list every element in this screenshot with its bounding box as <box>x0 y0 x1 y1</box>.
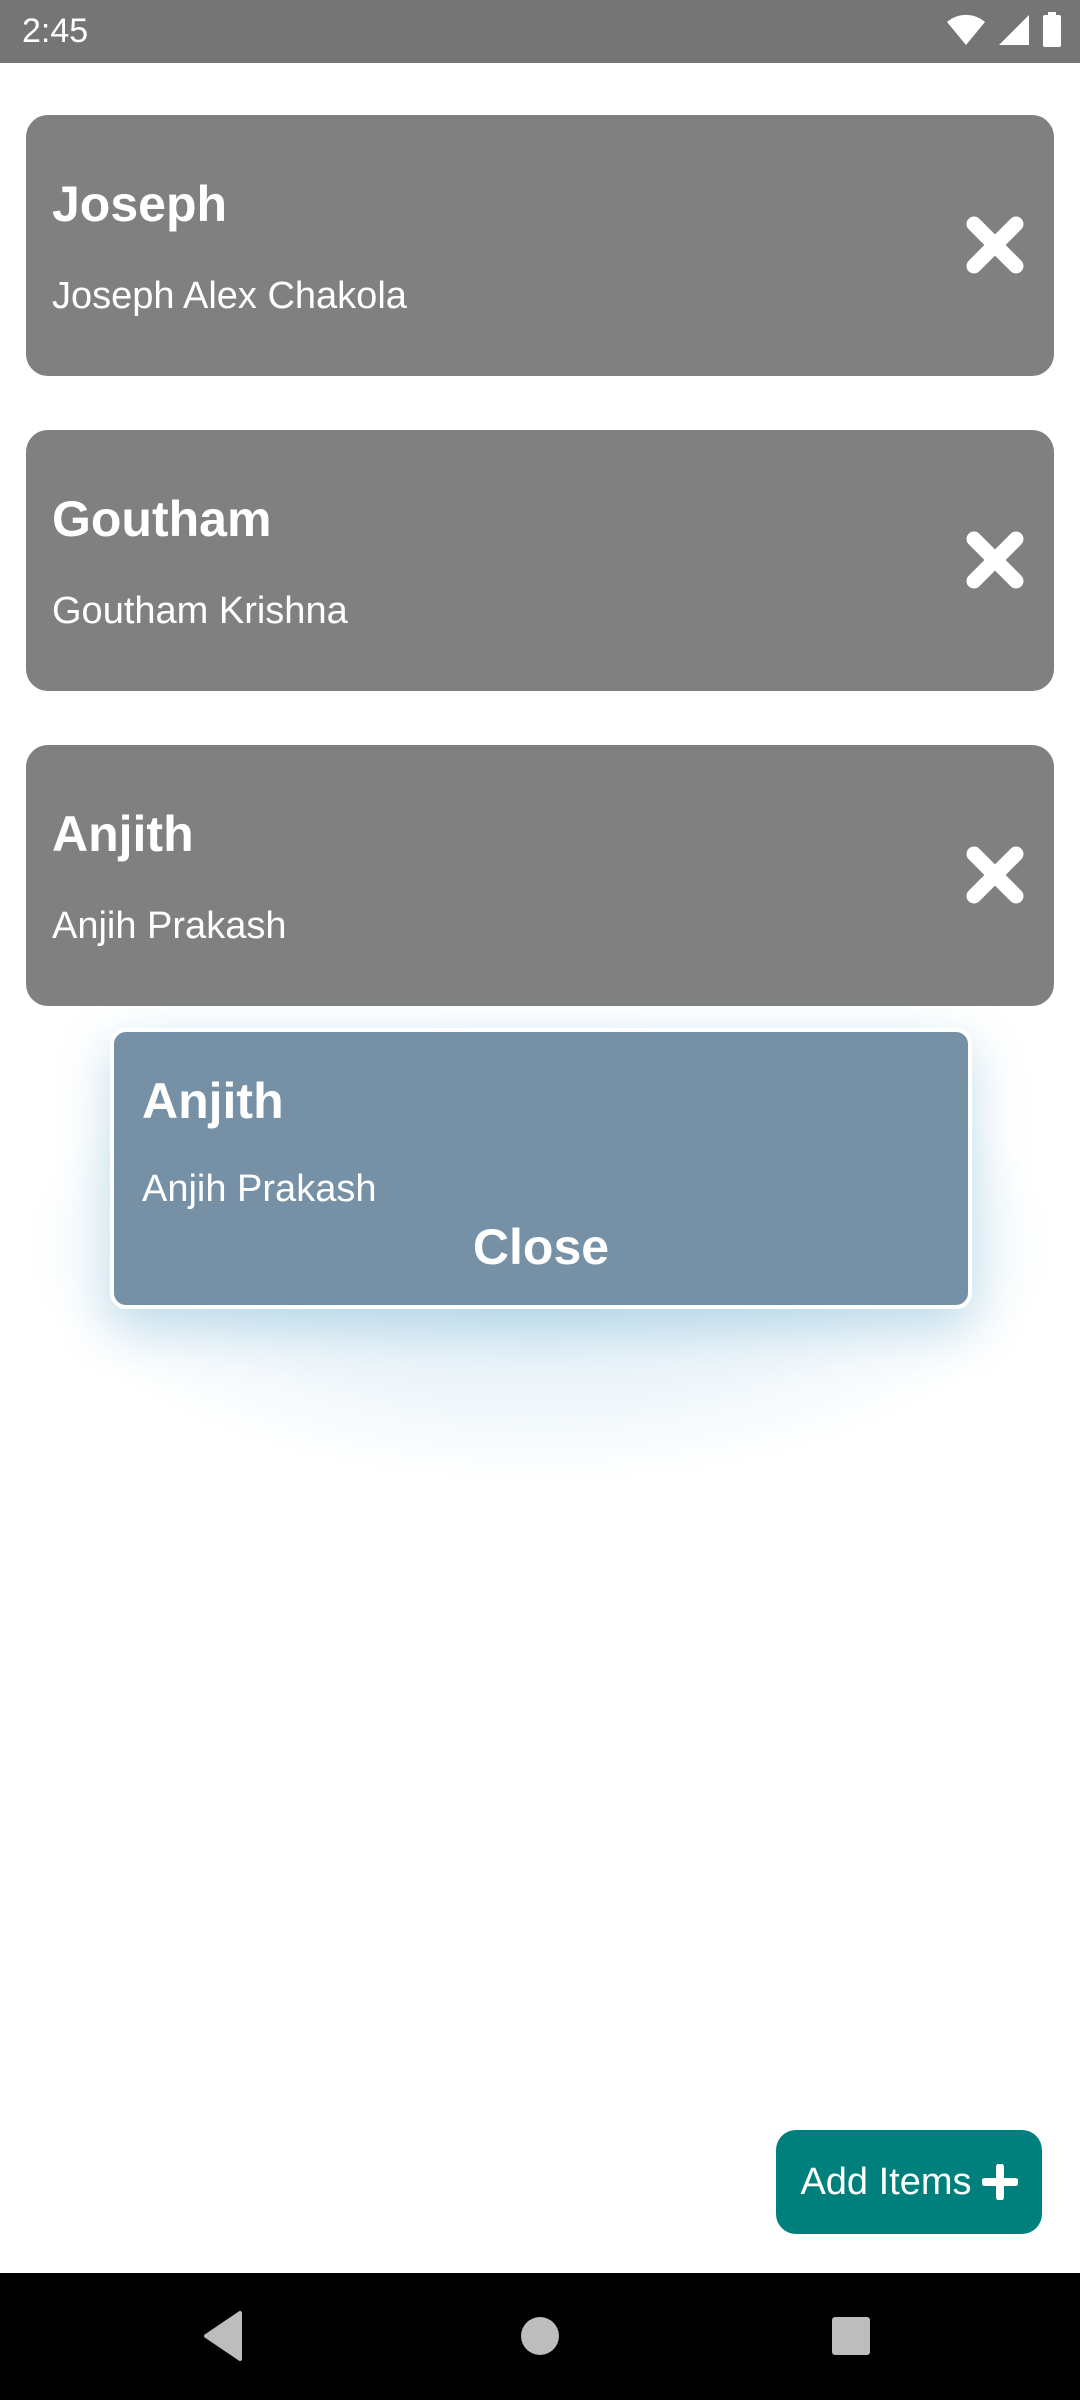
back-icon[interactable] <box>192 2303 258 2369</box>
card-subtitle: Goutham Krishna <box>52 590 348 632</box>
home-icon[interactable] <box>507 2303 573 2369</box>
status-icons <box>946 12 1062 48</box>
wifi-icon <box>946 13 986 47</box>
add-items-label: Add Items <box>800 2160 972 2203</box>
close-button[interactable]: Close <box>114 1218 968 1276</box>
close-icon[interactable] <box>966 531 1024 589</box>
card-subtitle: Anjih Prakash <box>52 905 287 947</box>
status-bar: 2:45 <box>0 0 1080 63</box>
close-icon[interactable] <box>966 216 1024 274</box>
status-time: 2:45 <box>22 12 89 50</box>
recents-icon[interactable] <box>818 2303 884 2369</box>
navigation-bar <box>0 2273 1080 2400</box>
card-title: Goutham <box>52 491 272 547</box>
card-subtitle: Joseph Alex Chakola <box>52 275 407 317</box>
plus-icon <box>981 2164 1018 2200</box>
list-item[interactable]: Goutham Goutham Krishna <box>26 430 1054 691</box>
app-screen: 2:45 Joseph Joseph Alex Chakola Goutham … <box>0 0 1080 2400</box>
popup-subtitle: Anjih Prakash <box>142 1168 377 1210</box>
card-title: Anjith <box>52 806 194 862</box>
list-item[interactable]: Anjith Anjih Prakash <box>26 745 1054 1006</box>
list-item[interactable]: Joseph Joseph Alex Chakola <box>26 115 1054 376</box>
battery-icon <box>1042 12 1062 48</box>
popup-title: Anjith <box>142 1073 284 1129</box>
close-icon[interactable] <box>966 846 1024 904</box>
add-items-button[interactable]: Add Items <box>776 2130 1042 2234</box>
detail-popup: Anjith Anjih Prakash Close <box>110 1028 972 1309</box>
signal-icon <box>998 13 1030 47</box>
card-title: Joseph <box>52 176 228 232</box>
